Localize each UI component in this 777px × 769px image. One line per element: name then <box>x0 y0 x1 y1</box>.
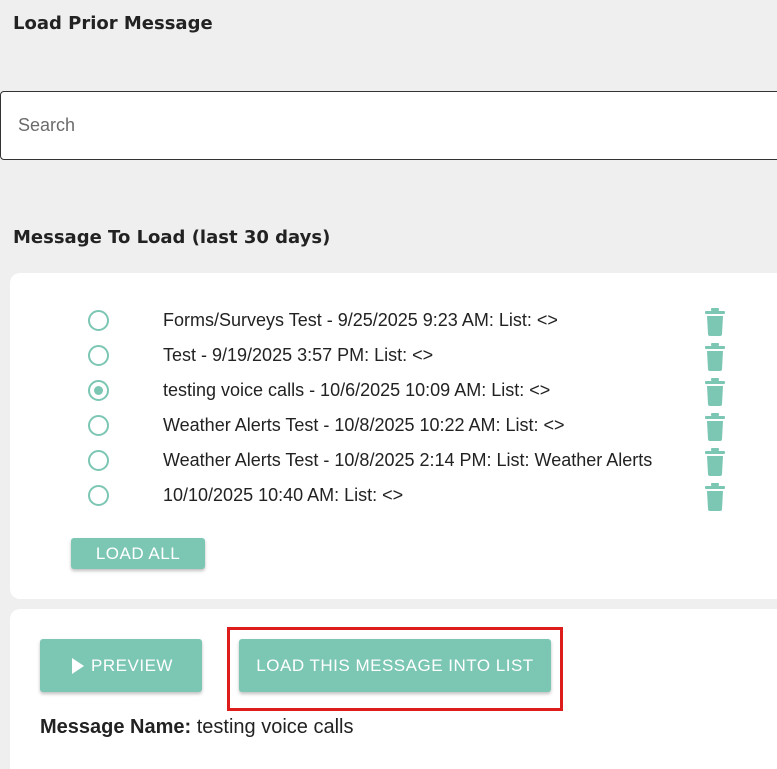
message-radio[interactable] <box>88 450 109 471</box>
message-row[interactable]: Weather Alerts Test - 10/8/2025 2:14 PM:… <box>10 445 777 480</box>
preview-label: PREVIEW <box>91 655 173 675</box>
message-label: Weather Alerts Test - 10/8/2025 10:22 AM… <box>163 415 565 435</box>
message-radio-selected[interactable] <box>88 380 109 401</box>
message-name: Message Name: testing voice calls <box>40 716 354 739</box>
message-label: Test - 9/19/2025 3:57 PM: List: <> <box>163 345 434 365</box>
message-radio[interactable] <box>88 415 109 436</box>
message-row[interactable]: Weather Alerts Test - 10/8/2025 10:22 AM… <box>10 410 777 445</box>
message-radio[interactable] <box>88 485 109 506</box>
message-label: testing voice calls - 10/6/2025 10:09 AM… <box>163 380 551 400</box>
trash-icon[interactable] <box>704 448 726 476</box>
message-name-value: testing voice calls <box>196 716 354 738</box>
section-label: Message To Load (last 30 days) <box>13 227 331 248</box>
message-radio[interactable] <box>88 310 109 331</box>
message-actions-card: PREVIEW LOAD THIS MESSAGE INTO LIST Mess… <box>10 609 777 769</box>
message-row[interactable]: 10/10/2025 10:40 AM: List: <> <box>10 480 777 515</box>
message-row[interactable]: testing voice calls - 10/6/2025 10:09 AM… <box>10 375 777 410</box>
preview-button[interactable]: PREVIEW <box>40 639 202 692</box>
message-label: Weather Alerts Test - 10/8/2025 2:14 PM:… <box>163 450 653 470</box>
load-all-button[interactable]: LOAD ALL <box>71 538 205 569</box>
message-radio[interactable] <box>88 345 109 366</box>
message-row[interactable]: Test - 9/19/2025 3:57 PM: List: <> <box>10 340 777 375</box>
message-label: 10/10/2025 10:40 AM: List: <> <box>163 485 404 505</box>
load-into-list-button[interactable]: LOAD THIS MESSAGE INTO LIST <box>239 639 551 692</box>
message-row[interactable]: Forms/Surveys Test - 9/25/2025 9:23 AM: … <box>10 305 777 340</box>
trash-icon[interactable] <box>704 343 726 371</box>
play-icon <box>72 658 84 674</box>
search-input[interactable] <box>0 91 777 160</box>
trash-icon[interactable] <box>704 308 726 336</box>
trash-icon[interactable] <box>704 378 726 406</box>
message-list-card: Forms/Surveys Test - 9/25/2025 9:23 AM: … <box>10 273 777 599</box>
message-label: Forms/Surveys Test - 9/25/2025 9:23 AM: … <box>163 310 558 330</box>
page-title: Load Prior Message <box>13 13 213 34</box>
message-name-label: Message Name: <box>40 716 192 738</box>
trash-icon[interactable] <box>704 413 726 441</box>
trash-icon[interactable] <box>704 483 726 511</box>
